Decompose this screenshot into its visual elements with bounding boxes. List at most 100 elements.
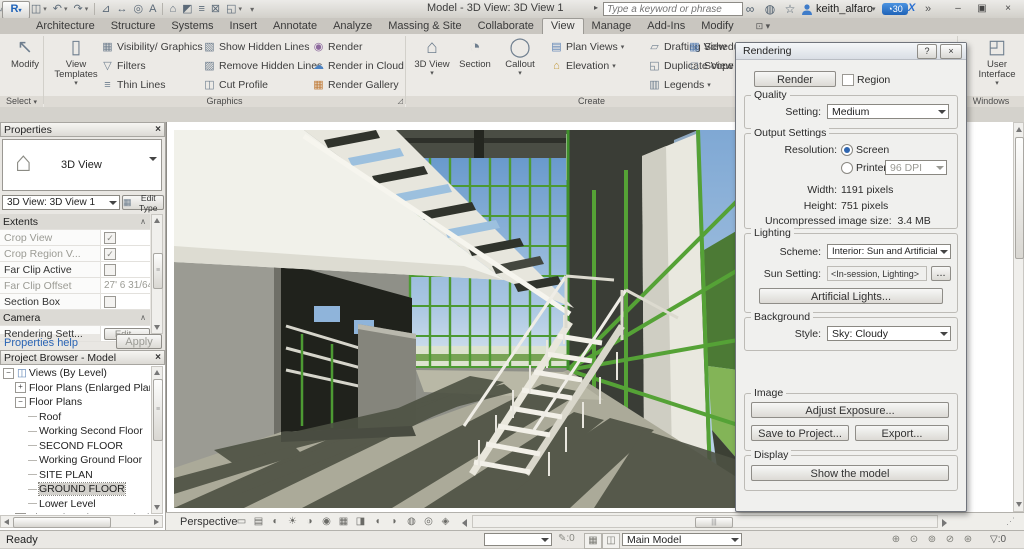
callout-button[interactable]: ◯ Callout▾: [498, 36, 542, 77]
tab-annotate[interactable]: Annotate: [265, 18, 325, 34]
sun-path-icon[interactable]: ☀: [285, 515, 300, 529]
project-browser-header[interactable]: Project Browser - Model×: [0, 350, 165, 365]
tab-systems[interactable]: Systems: [163, 18, 221, 34]
windows-panel-label[interactable]: Windows: [958, 96, 1024, 107]
project-browser-vscrollbar[interactable]: ≡: [151, 366, 163, 514]
drag-on-selection-icon[interactable]: ⊘: [942, 533, 958, 547]
modify-button[interactable]: ↖ Modify: [8, 36, 42, 70]
apply-button[interactable]: Apply: [116, 334, 162, 349]
tree-item-working-ground-floor[interactable]: Working Ground Floor: [0, 453, 150, 468]
properties-vscrollbar[interactable]: ≡: [151, 214, 163, 334]
editable-only-icon[interactable]: ✎:0: [558, 533, 575, 544]
tab-insert[interactable]: Insert: [222, 18, 266, 34]
edit-type-button[interactable]: ▦ Edit Type: [122, 195, 164, 210]
subscription-center-icon[interactable]: ◍: [762, 1, 778, 17]
switch-windows-dropdown[interactable]: ▾: [239, 5, 243, 13]
render-action-button[interactable]: Render: [754, 71, 836, 87]
tree-item-floor-plans[interactable]: −Floor Plans: [0, 395, 150, 410]
tree-item-working-second-floor[interactable]: Working Second Floor: [0, 424, 150, 439]
view-templates-button[interactable]: ▯ View Templates▾: [52, 36, 100, 87]
show-hidden-lines-button[interactable]: ▧Show Hidden Lines: [203, 37, 309, 56]
reveal-hidden-elements-icon[interactable]: ◗: [387, 515, 402, 529]
scroll-up-arrow[interactable]: [1016, 127, 1022, 132]
rendering-dialog-titlebar[interactable]: Rendering ? ×: [736, 43, 966, 60]
tree-item-lower-level[interactable]: Lower Level: [0, 497, 150, 512]
crop-view-icon[interactable]: ▦: [336, 515, 351, 529]
project-browser-hscrollbar[interactable]: [0, 515, 163, 528]
restore-button[interactable]: ▣: [972, 2, 992, 16]
crop-region-visible-checkbox[interactable]: ✓: [104, 248, 116, 260]
tree-item-floor-plans-presentation[interactable]: +Floor Plans (Presentation): [0, 511, 150, 514]
tab-view[interactable]: View: [542, 18, 584, 34]
dialog-help-button[interactable]: ?: [917, 44, 937, 59]
graphics-dialog-launcher-icon[interactable]: ◿: [398, 96, 403, 107]
lighting-scheme-combo[interactable]: Interior: Sun and Artificial: [827, 244, 951, 259]
ribbon-display-toggle[interactable]: ⊡ ▾: [756, 18, 771, 34]
selection-filter-icon[interactable]: ▽:0: [990, 534, 1006, 545]
tree-item-views-by-level[interactable]: −◫Views (By Level): [0, 366, 150, 381]
app-menu-button[interactable]: R▾: [2, 1, 30, 19]
username[interactable]: keith_alfaro: [816, 3, 873, 15]
properties-header[interactable]: Properties×: [0, 122, 165, 137]
thin-lines-icon[interactable]: ≡: [199, 0, 205, 18]
render-button[interactable]: ◉Render: [312, 37, 362, 56]
type-selector[interactable]: ⌂ 3D View: [2, 139, 162, 191]
measure-icon[interactable]: ⊿: [101, 0, 110, 18]
tree-item-roof[interactable]: Roof: [0, 410, 150, 425]
undo-icon[interactable]: ↶: [53, 0, 62, 18]
favorites-star-icon[interactable]: ☆: [782, 1, 798, 17]
workset-status-icon[interactable]: ▦: [584, 533, 602, 549]
property-row[interactable]: Section Box: [0, 294, 150, 310]
properties-close-icon[interactable]: ×: [155, 124, 161, 135]
tab-modify[interactable]: Modify: [693, 18, 741, 34]
close-button[interactable]: ×: [998, 2, 1018, 16]
dialog-close-button[interactable]: ×: [940, 44, 962, 59]
tab-collaborate[interactable]: Collaborate: [470, 18, 542, 34]
section-icon[interactable]: ◩: [182, 0, 192, 18]
user-interface-button[interactable]: ◰ User Interface▾: [972, 36, 1022, 87]
resize-grip[interactable]: ⋰: [1006, 516, 1015, 527]
toolbar-overflow-icon[interactable]: »: [925, 3, 931, 15]
hscroll-left-arrow[interactable]: [462, 519, 467, 527]
view-scale-icon[interactable]: ▭: [234, 515, 249, 529]
artificial-lights-button[interactable]: Artificial Lights...: [759, 288, 943, 304]
switch-windows-icon[interactable]: ◱: [226, 0, 236, 18]
thin-lines-button[interactable]: ≡Thin Lines: [101, 75, 165, 94]
sync-with-central-icon[interactable]: ◫: [31, 0, 41, 18]
select-pinned-icon[interactable]: ⊙: [906, 533, 922, 547]
printer-radio[interactable]: [841, 162, 853, 174]
dpi-combo[interactable]: 96 DPI: [885, 160, 947, 175]
show-rendering-dialog-icon[interactable]: ◉: [319, 515, 334, 529]
temporary-hide-isolate-icon[interactable]: ◖: [370, 515, 385, 529]
design-option-combo[interactable]: Main Model: [622, 533, 742, 546]
cut-profile-button[interactable]: ◫Cut Profile: [203, 75, 268, 94]
tab-architecture[interactable]: Architecture: [28, 18, 103, 34]
exchange-apps-icon[interactable]: X: [908, 2, 915, 14]
show-the-model-button[interactable]: Show the model: [751, 465, 949, 481]
minimize-button[interactable]: –: [948, 2, 968, 16]
rendered-3d-view[interactable]: [174, 130, 738, 508]
design-options-icon[interactable]: ◫: [602, 533, 620, 549]
view-type-label[interactable]: Perspective: [180, 516, 237, 528]
graphics-panel-label[interactable]: Graphics◿: [44, 96, 405, 107]
displacement-icon[interactable]: ◈: [438, 515, 453, 529]
tree-item-floor-plans-enlarged[interactable]: +Floor Plans (Enlarged Plans): [0, 381, 150, 396]
filters-button[interactable]: ▽Filters: [101, 56, 146, 75]
undo-dropdown[interactable]: ▾: [64, 5, 68, 13]
session-timer-badge[interactable]: ◔30: [882, 3, 908, 15]
tab-addins[interactable]: Add-Ins: [639, 18, 693, 34]
search-input[interactable]: [603, 2, 743, 16]
section-box-checkbox[interactable]: [104, 296, 116, 308]
expand-icon[interactable]: +: [15, 513, 26, 514]
search-binoculars-icon[interactable]: ∞: [742, 1, 758, 17]
infocenter-flyout-icon[interactable]: ▸: [594, 3, 598, 12]
redo-dropdown[interactable]: ▾: [85, 5, 89, 13]
close-hidden-windows-icon[interactable]: ⊠: [211, 0, 220, 18]
save-to-project-button[interactable]: Save to Project...: [751, 425, 849, 441]
visual-style-icon[interactable]: ◐: [268, 515, 283, 529]
customize-qat-dropdown[interactable]: ▾: [250, 5, 254, 14]
collapse-icon[interactable]: −: [3, 368, 14, 379]
properties-help-link[interactable]: Properties help: [4, 337, 78, 349]
far-clip-active-checkbox[interactable]: [104, 264, 116, 276]
temporary-view-properties-icon[interactable]: ◍: [404, 515, 419, 529]
